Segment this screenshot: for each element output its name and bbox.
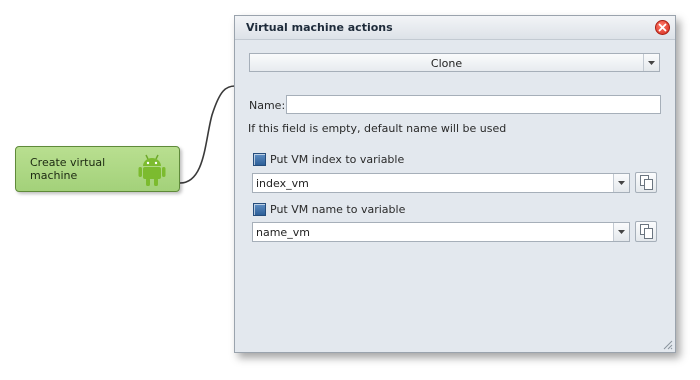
action-select-value: Clone	[430, 57, 463, 70]
node-label: Create virtual machine	[30, 156, 106, 182]
put-index-checkbox[interactable]	[253, 153, 266, 166]
index-variable-dropdown[interactable]	[613, 174, 629, 192]
put-index-label: Put VM index to variable	[270, 153, 405, 166]
copy-icon	[640, 224, 653, 239]
put-name-label: Put VM name to variable	[270, 203, 406, 216]
dialog-header: Virtual machine actions	[235, 16, 675, 40]
close-icon	[658, 23, 667, 32]
name-input[interactable]	[286, 95, 661, 114]
name-copy-button[interactable]	[635, 221, 657, 242]
action-select-dropdown[interactable]	[643, 54, 659, 71]
close-button[interactable]	[655, 20, 670, 35]
index-variable-value: index_vm	[256, 177, 309, 190]
create-vm-node[interactable]: Create virtual machine	[15, 146, 180, 192]
action-select[interactable]: Clone	[249, 53, 660, 72]
chevron-down-icon	[618, 181, 625, 185]
name-label: Name:	[249, 99, 286, 112]
index-variable-select[interactable]: index_vm	[252, 173, 630, 193]
copy-icon	[640, 175, 653, 190]
name-variable-dropdown[interactable]	[613, 223, 629, 241]
resize-grip-icon[interactable]	[661, 338, 673, 350]
name-hint: If this field is empty, default name wil…	[248, 122, 507, 135]
chevron-down-icon	[618, 230, 625, 234]
index-copy-button[interactable]	[635, 172, 657, 193]
name-variable-value: name_vm	[256, 226, 310, 239]
put-name-checkbox[interactable]	[253, 203, 266, 216]
workflow-canvas: Create virtual machine Virtual machine a…	[0, 0, 700, 380]
android-icon	[138, 154, 166, 186]
chevron-down-icon	[648, 61, 655, 65]
name-variable-select[interactable]: name_vm	[252, 222, 630, 242]
dialog-title: Virtual machine actions	[246, 21, 393, 34]
vm-actions-dialog: Virtual machine actions Clone Name: If t…	[234, 15, 676, 353]
